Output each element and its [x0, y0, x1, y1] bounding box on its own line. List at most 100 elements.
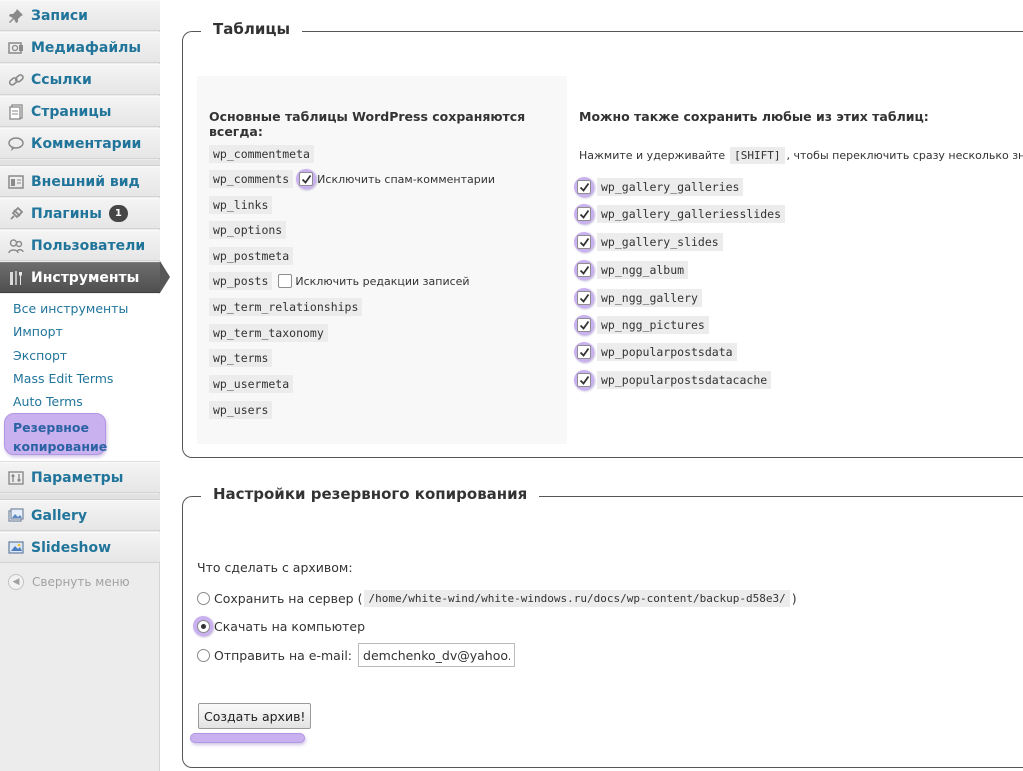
- menu-label: Внешний вид: [31, 173, 140, 190]
- extra-table-checkbox[interactable]: [577, 207, 591, 221]
- submenu-export[interactable]: Экспорт: [13, 348, 67, 363]
- email-radio[interactable]: [197, 648, 210, 662]
- submenu-backup-line1: Резервное: [13, 420, 89, 435]
- menu-item-gallery[interactable]: Gallery: [0, 500, 160, 531]
- menu-label: Плагины: [31, 205, 102, 222]
- checkbox-highlight: [574, 232, 594, 252]
- admin-sidebar: Записи Медиафайлы Ссылки Страницы Коммен…: [0, 0, 170, 771]
- table-row: wp_usermeta: [209, 375, 294, 393]
- active-menu-arrow: [160, 261, 170, 293]
- server-path-open: (: [357, 591, 363, 606]
- table-name: wp_terms: [209, 349, 273, 367]
- submenu-auto-terms[interactable]: Auto Terms: [13, 394, 83, 409]
- tools-icon: [7, 269, 25, 287]
- menu-item-users[interactable]: Пользователи: [0, 230, 160, 261]
- extra-table-row: wp_gallery_galleries: [574, 177, 744, 197]
- menu-label: Страницы: [31, 103, 112, 120]
- menu-item-plugins[interactable]: Плагины 1: [0, 198, 160, 229]
- submenu-all-tools[interactable]: Все инструменты: [13, 301, 128, 316]
- table-name: wp_ngg_gallery: [597, 289, 702, 307]
- extra-table-checkbox[interactable]: [577, 291, 591, 305]
- extra-table-checkbox[interactable]: [577, 345, 591, 359]
- exclude-spam-checkbox[interactable]: [299, 172, 314, 186]
- extra-table-checkbox[interactable]: [577, 318, 591, 332]
- menu-item-comments[interactable]: Комментарии: [0, 128, 160, 159]
- create-archive-button[interactable]: Создать архив!: [198, 703, 312, 729]
- option-save-server: Сохранить на сервер ( /home/white-wind/w…: [197, 590, 797, 607]
- core-tables-panel: Основные таблицы WordPress сохраняются в…: [197, 76, 567, 444]
- extra-tables-heading: Можно также сохранить любые из этих табл…: [579, 109, 929, 124]
- submenu-backup-current[interactable]: Резервное копирование: [4, 413, 107, 455]
- button-highlight: [190, 733, 305, 743]
- table-row: wp_postmeta: [209, 247, 294, 265]
- tools-submenu: Все инструменты Импорт Экспорт Mass Edit…: [0, 294, 160, 462]
- extra-table-checkbox[interactable]: [577, 373, 591, 387]
- menu-item-settings[interactable]: Параметры: [0, 462, 160, 493]
- email-input[interactable]: [358, 643, 516, 667]
- submenu-mass-edit-terms[interactable]: Mass Edit Terms: [13, 371, 113, 386]
- shift-key: [SHIFT]: [730, 147, 785, 164]
- download-radio[interactable]: [196, 619, 210, 633]
- extra-table-row: wp_gallery_slides: [574, 232, 723, 252]
- extra-table-checkbox[interactable]: [577, 235, 591, 249]
- option-download: Скачать на компьютер: [193, 616, 365, 636]
- extra-table-row: wp_ngg_album: [574, 260, 689, 280]
- menu-item-posts[interactable]: Записи: [0, 0, 160, 31]
- menu-label: Ссылки: [31, 71, 92, 88]
- menu-item-tools[interactable]: Инструменты: [0, 262, 160, 293]
- pin-icon: [7, 7, 25, 25]
- media-icon: [7, 39, 25, 57]
- checkbox-highlight: [574, 260, 594, 280]
- table-row: wp_posts Исключить редакции записей: [209, 272, 470, 290]
- core-tables-heading: Основные таблицы WordPress сохраняются в…: [209, 109, 526, 139]
- table-name: wp_popularpostsdatacache: [597, 371, 772, 389]
- menu-label: Записи: [31, 7, 88, 24]
- checkbox-highlight: [574, 288, 594, 308]
- menu-item-slideshow[interactable]: Slideshow: [0, 532, 160, 563]
- tables-fieldset: Таблицы Основные таблицы WordPress сохра…: [182, 20, 1023, 458]
- table-name: wp_users: [209, 401, 273, 419]
- collapse-menu-button[interactable]: ◀ Свернуть меню: [8, 574, 130, 590]
- exclude-spam-highlight: [296, 169, 317, 189]
- table-row: wp_users: [209, 401, 273, 419]
- menu-item-pages[interactable]: Страницы: [0, 96, 160, 127]
- extra-table-row: wp_ngg_pictures: [574, 315, 709, 335]
- link-icon: [7, 71, 25, 89]
- server-path: /home/white-wind/white-windows.ru/docs/w…: [364, 590, 790, 607]
- submenu-import[interactable]: Импорт: [13, 324, 63, 339]
- extra-table-checkbox[interactable]: [577, 180, 591, 194]
- table-row: wp_terms: [209, 349, 273, 367]
- email-label: Отправить на e-mail:: [214, 647, 353, 663]
- extra-table-row: wp_popularpostsdata: [574, 342, 737, 362]
- exclude-revisions-label: Исключить редакции записей: [295, 274, 470, 288]
- checkbox-highlight: [574, 204, 594, 224]
- settings-legend: Настройки резервного копирования: [201, 485, 540, 503]
- table-name: wp_usermeta: [209, 375, 294, 393]
- table-name: wp_term_relationships: [209, 298, 363, 316]
- menu-label: Инструменты: [31, 269, 140, 286]
- menu-item-appearance[interactable]: Внешний вид: [0, 166, 160, 197]
- table-row: wp_commentmeta: [209, 145, 314, 163]
- collapse-menu-label: Свернуть меню: [32, 575, 130, 589]
- comment-icon: [7, 135, 25, 153]
- shift-hint-before: Нажмите и удерживайте: [579, 149, 726, 162]
- exclude-spam-label: Исключить спам-комментарии: [317, 172, 496, 186]
- plugin-icon: [7, 205, 25, 223]
- radio-selected-dot: [200, 623, 206, 629]
- checkbox-highlight: [574, 370, 594, 390]
- pages-icon: [7, 103, 25, 121]
- save-server-label: Сохранить на сервер: [214, 591, 354, 606]
- table-name: wp_posts: [209, 272, 273, 290]
- table-name: wp_postmeta: [209, 247, 294, 265]
- menu-item-links[interactable]: Ссылки: [0, 64, 160, 95]
- extra-table-checkbox[interactable]: [577, 263, 591, 277]
- table-name: wp_gallery_galleriesslides: [597, 205, 786, 223]
- settings-icon: [7, 469, 25, 487]
- save-server-radio[interactable]: [197, 592, 210, 605]
- checkbox-highlight: [574, 177, 594, 197]
- checkbox-highlight: [574, 315, 594, 335]
- server-path-close: ): [791, 591, 797, 606]
- exclude-revisions-checkbox[interactable]: [278, 274, 293, 288]
- menu-item-media[interactable]: Медиафайлы: [0, 32, 160, 63]
- extra-table-row: wp_ngg_gallery: [574, 288, 702, 308]
